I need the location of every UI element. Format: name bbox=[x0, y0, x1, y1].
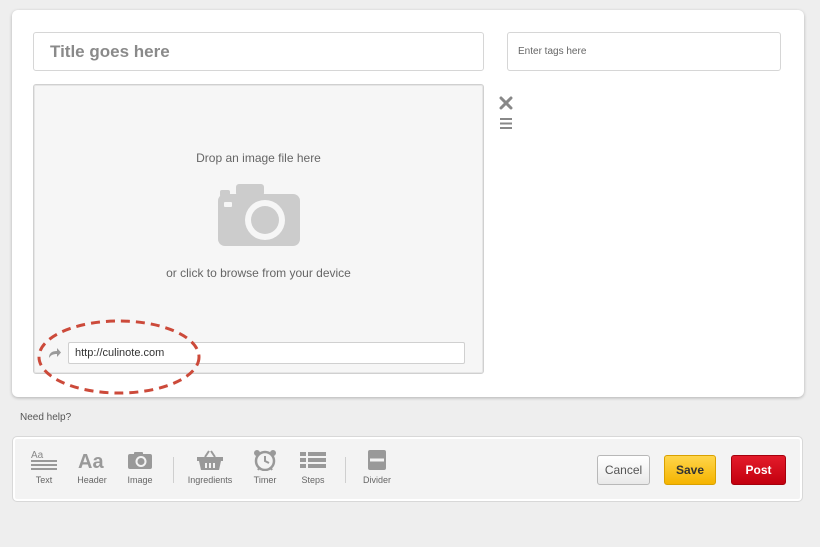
tool-image[interactable]: Image bbox=[110, 449, 170, 495]
arrow-forward-icon bbox=[49, 348, 61, 358]
save-button[interactable]: Save bbox=[664, 455, 716, 485]
text-icon: Aa bbox=[31, 450, 57, 470]
tool-steps-label: Steps bbox=[301, 475, 325, 485]
basket-icon bbox=[197, 450, 223, 470]
svg-text:Aa: Aa bbox=[78, 451, 104, 471]
camera-icon bbox=[128, 452, 152, 469]
drop-text: Drop an image file here bbox=[196, 151, 321, 165]
alarm-clock-icon bbox=[254, 450, 276, 471]
tool-divider[interactable]: Divider bbox=[347, 449, 407, 495]
tool-divider-label: Divider bbox=[362, 475, 391, 485]
title-input[interactable] bbox=[33, 32, 484, 71]
list-icon bbox=[300, 452, 326, 468]
camera-icon bbox=[218, 184, 300, 246]
toolbar-separator bbox=[345, 457, 346, 483]
block-toolbar: Aa Text Aa Header Image Ingredients Time… bbox=[12, 436, 803, 502]
tool-steps[interactable]: Steps bbox=[283, 449, 343, 495]
editor-card: Drop an image file here or click to brow… bbox=[12, 10, 804, 397]
tool-ingredients-label: Ingredients bbox=[187, 475, 233, 485]
need-help-link[interactable]: Need help? bbox=[20, 412, 71, 423]
header-icon: Aa bbox=[78, 451, 104, 471]
tags-input[interactable] bbox=[507, 32, 781, 71]
tool-image-label: Image bbox=[127, 475, 153, 485]
image-dropzone[interactable]: Drop an image file here or click to brow… bbox=[33, 84, 484, 374]
post-button[interactable]: Post bbox=[731, 455, 786, 485]
drag-handle-icon[interactable] bbox=[499, 117, 513, 130]
image-url-input[interactable] bbox=[68, 342, 465, 364]
divider-icon bbox=[368, 450, 386, 470]
svg-text:Aa: Aa bbox=[31, 450, 44, 461]
close-icon[interactable] bbox=[499, 96, 513, 110]
toolbar-separator bbox=[173, 457, 174, 483]
cancel-button[interactable]: Cancel bbox=[597, 455, 650, 485]
browse-text: or click to browse from your device bbox=[166, 266, 351, 280]
tool-ingredients[interactable]: Ingredients bbox=[180, 449, 240, 495]
